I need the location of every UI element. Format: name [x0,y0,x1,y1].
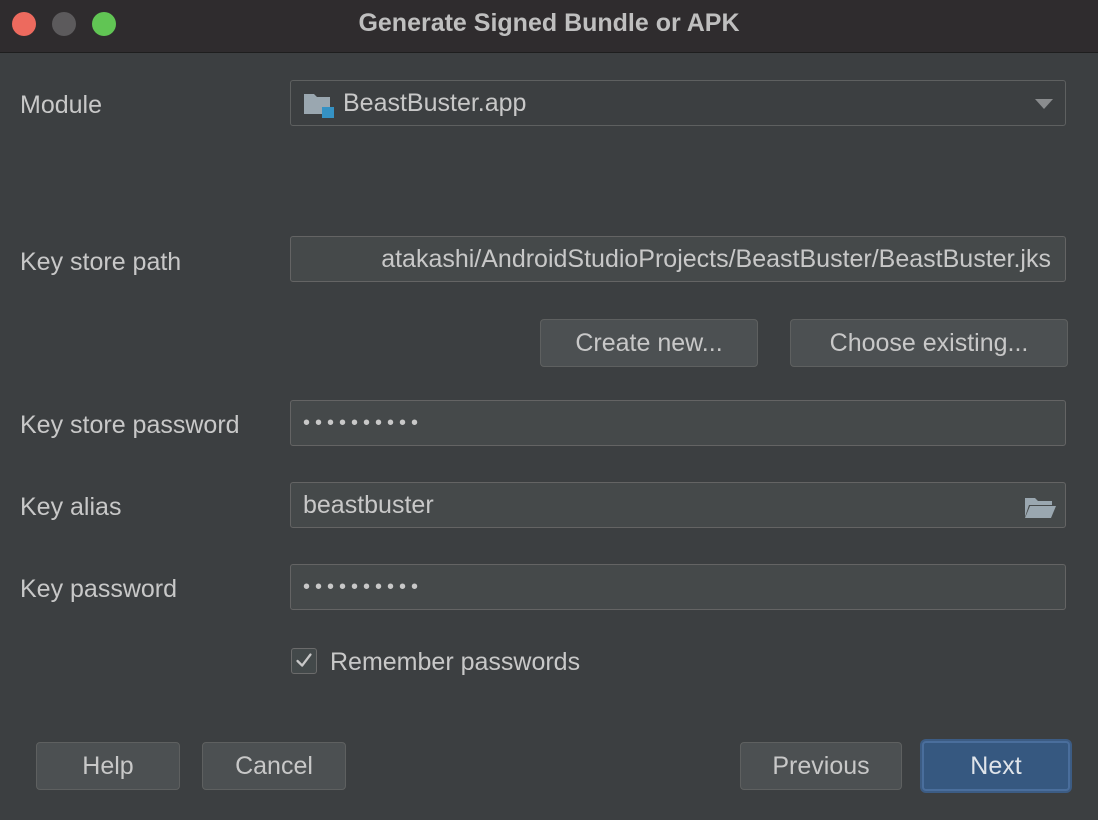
dialog-window: Generate Signed Bundle or APK Module Bea… [0,0,1098,820]
choose-existing-button[interactable]: Choose existing... [790,319,1068,367]
title-bar[interactable]: Generate Signed Bundle or APK [0,0,1098,53]
key-password-input[interactable]: •••••••••• [290,564,1066,610]
key-alias-value: beastbuster [303,491,434,519]
create-new-button[interactable]: Create new... [540,319,758,367]
open-folder-icon[interactable] [1023,495,1057,519]
chevron-down-icon[interactable] [1035,99,1053,109]
key-alias-label: Key alias [20,493,122,521]
key-store-password-label: Key store password [20,411,240,439]
key-store-path-input[interactable]: atakashi/AndroidStudioProjects/BeastBust… [290,236,1066,282]
module-folder-icon [304,94,334,118]
checkmark-icon [296,653,312,667]
key-store-password-value: •••••••••• [303,412,424,434]
key-password-value: •••••••••• [303,576,424,598]
help-button[interactable]: Help [36,742,180,790]
key-alias-input[interactable]: beastbuster [290,482,1066,528]
cancel-button[interactable]: Cancel [202,742,346,790]
module-dropdown[interactable]: BeastBuster.app [290,80,1066,126]
remember-passwords-checkbox[interactable] [291,648,317,674]
key-store-path-value: atakashi/AndroidStudioProjects/BeastBust… [381,245,1051,273]
window-title: Generate Signed Bundle or APK [358,9,740,37]
module-value: BeastBuster.app [343,89,527,117]
remember-passwords-label[interactable]: Remember passwords [330,647,580,677]
key-store-password-input[interactable]: •••••••••• [290,400,1066,446]
module-label: Module [20,91,102,119]
key-password-label: Key password [20,575,178,603]
key-store-path-label: Key store path [20,248,182,276]
previous-button[interactable]: Previous [740,742,902,790]
next-button[interactable]: Next [922,741,1070,791]
